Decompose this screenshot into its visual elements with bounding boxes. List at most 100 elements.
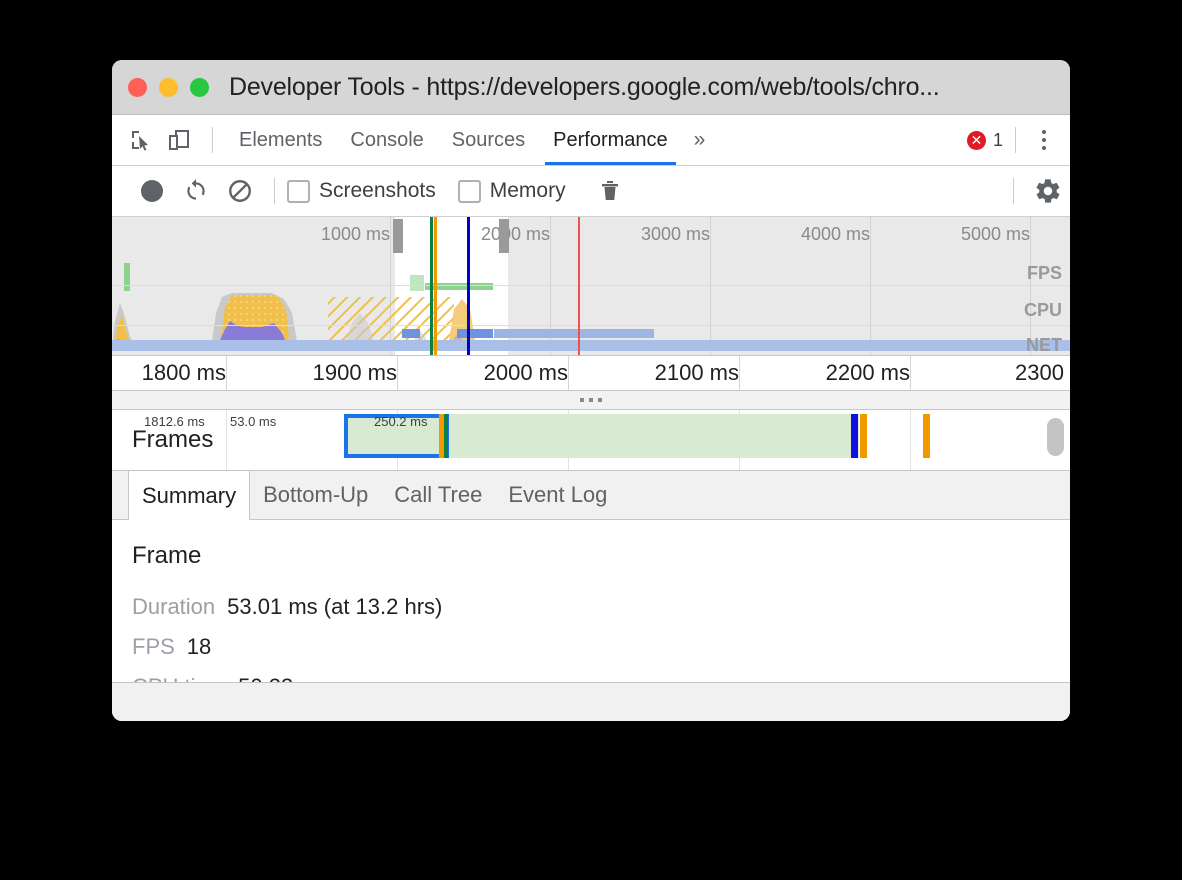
tab-summary-label: Summary: [142, 483, 236, 509]
performance-overview[interactable]: FPS CPU NET 1000 ms 2000 ms 3000 ms 4000…: [112, 217, 1070, 355]
detail-tick: [568, 356, 569, 390]
frame-marker-orange: [860, 414, 867, 458]
tab-elements[interactable]: Elements: [225, 115, 336, 165]
frame-marker-green: [444, 414, 448, 458]
net-segment: [402, 329, 420, 338]
more-tabs-label: »: [694, 128, 706, 152]
selection-handle-left[interactable]: [393, 219, 403, 253]
frame-band[interactable]: [449, 414, 859, 458]
no-entry-clear-icon[interactable]: [218, 169, 262, 213]
error-circle-icon: ✕: [967, 131, 986, 150]
net-segment: [457, 329, 493, 338]
detail-ruler: 1800 ms 1900 ms 2000 ms 2100 ms 2200 ms …: [112, 355, 1070, 391]
devtools-window: Developer Tools - https://developers.goo…: [112, 60, 1070, 721]
tabbar-right-divider: [1015, 127, 1016, 153]
overview-row-cpu: CPU: [1024, 300, 1062, 321]
detail-tabs: Summary Bottom-Up Call Tree Event Log: [112, 471, 1070, 520]
tabbar-divider: [212, 127, 213, 153]
minimize-window-button[interactable]: [159, 78, 178, 97]
kebab-menu-icon[interactable]: [1028, 130, 1060, 150]
inspect-element-icon[interactable]: [124, 123, 158, 157]
window-footer: [112, 682, 1070, 721]
tabbar-right-controls: ✕ 1: [967, 127, 1070, 153]
tab-call-tree[interactable]: Call Tree: [381, 471, 495, 519]
detail-tick-label: 2000 ms: [484, 360, 568, 386]
settings-divider: [1013, 178, 1014, 204]
tab-bottom-up-label: Bottom-Up: [263, 482, 368, 508]
devtools-tabbar: Elements Console Sources Performance » ✕…: [112, 115, 1070, 166]
overview-row-fps: FPS: [1027, 263, 1062, 284]
summary-key-duration: Duration: [132, 594, 215, 620]
tab-elements-label: Elements: [239, 129, 322, 152]
memory-checkbox-box[interactable]: [458, 180, 481, 203]
selection-handle-right[interactable]: [499, 219, 509, 253]
detail-tick: [910, 356, 911, 390]
summary-row-fps: FPS 18: [132, 634, 1070, 660]
frames-gridline: [910, 410, 911, 470]
detail-tick-label: 2200 ms: [826, 360, 910, 386]
frames-scrollbar-thumb[interactable]: [1047, 418, 1064, 456]
tab-console-label: Console: [350, 129, 423, 152]
detail-tick-label: 1900 ms: [313, 360, 397, 386]
tab-console[interactable]: Console: [336, 115, 437, 165]
overview-rowline: [112, 285, 1070, 286]
net-segment: [494, 329, 654, 338]
screenshots-checkbox[interactable]: Screenshots: [287, 179, 436, 203]
tab-call-tree-label: Call Tree: [394, 482, 482, 508]
fps-bar: [124, 263, 130, 291]
summary-value-duration: 53.01 ms (at 13.2 hrs): [227, 594, 442, 620]
screenshots-checkbox-box[interactable]: [287, 180, 310, 203]
detail-tick-label: 2300: [1015, 360, 1064, 386]
summary-key-fps: FPS: [132, 634, 175, 660]
overview-tick: 2000 ms: [481, 224, 550, 245]
overview-tick: 5000 ms: [961, 224, 1030, 245]
frame-marker-blue: [851, 414, 858, 458]
frame-duration-label: 250.2 ms: [374, 414, 427, 429]
frame-duration-label: 1812.6 ms: [144, 414, 205, 429]
overview-ruler: 1000 ms 2000 ms 3000 ms 4000 ms 5000 ms …: [112, 217, 1070, 251]
detail-tick: [739, 356, 740, 390]
frames-gridline: [226, 410, 227, 470]
record-circle-icon[interactable]: [130, 169, 174, 213]
traffic-lights: [112, 78, 209, 97]
memory-checkbox[interactable]: Memory: [458, 179, 566, 203]
fps-bar: [410, 275, 424, 291]
summary-title: Frame: [132, 542, 1070, 570]
screen: Developer Tools - https://developers.goo…: [0, 0, 1182, 880]
detail-tick: [397, 356, 398, 390]
expander-dots-icon[interactable]: [112, 391, 1070, 410]
detail-tick-label: 2100 ms: [655, 360, 739, 386]
tab-performance[interactable]: Performance: [539, 115, 682, 165]
tab-sources-label: Sources: [452, 129, 525, 152]
detail-tick-label: 1800 ms: [142, 360, 226, 386]
tab-bottom-up[interactable]: Bottom-Up: [250, 471, 381, 519]
maximize-window-button[interactable]: [190, 78, 209, 97]
memory-label: Memory: [490, 179, 566, 203]
overview-tick: 1000 ms: [321, 224, 390, 245]
more-tabs-icon[interactable]: »: [682, 115, 718, 165]
frames-track[interactable]: 250.2 ms 1812.6 ms 53.0 ms Frames: [112, 410, 1070, 471]
tab-event-log[interactable]: Event Log: [495, 471, 620, 519]
frame-marker-orange: [923, 414, 930, 458]
summary-row-duration: Duration 53.01 ms (at 13.2 hrs): [132, 594, 1070, 620]
tab-performance-label: Performance: [553, 129, 668, 152]
gear-icon[interactable]: [1026, 169, 1070, 213]
overview-row-net: NET: [1026, 335, 1062, 355]
frames-track-label: Frames: [132, 426, 213, 454]
device-toolbar-icon[interactable]: [162, 123, 196, 157]
trash-icon[interactable]: [588, 169, 632, 213]
toolbar-divider: [274, 178, 275, 204]
reload-record-icon[interactable]: [174, 169, 218, 213]
overview-tick: 3000 ms: [641, 224, 710, 245]
overview-tick: 4000 ms: [801, 224, 870, 245]
detail-tick: [226, 356, 227, 390]
error-count: 1: [993, 130, 1003, 151]
overview-rowline: [112, 325, 1070, 326]
screenshots-label: Screenshots: [319, 179, 436, 203]
error-badge[interactable]: ✕ 1: [967, 130, 1003, 151]
window-titlebar: Developer Tools - https://developers.goo…: [112, 60, 1070, 115]
tab-summary[interactable]: Summary: [128, 471, 250, 520]
close-window-button[interactable]: [128, 78, 147, 97]
net-band: [112, 340, 1070, 351]
tab-sources[interactable]: Sources: [438, 115, 539, 165]
